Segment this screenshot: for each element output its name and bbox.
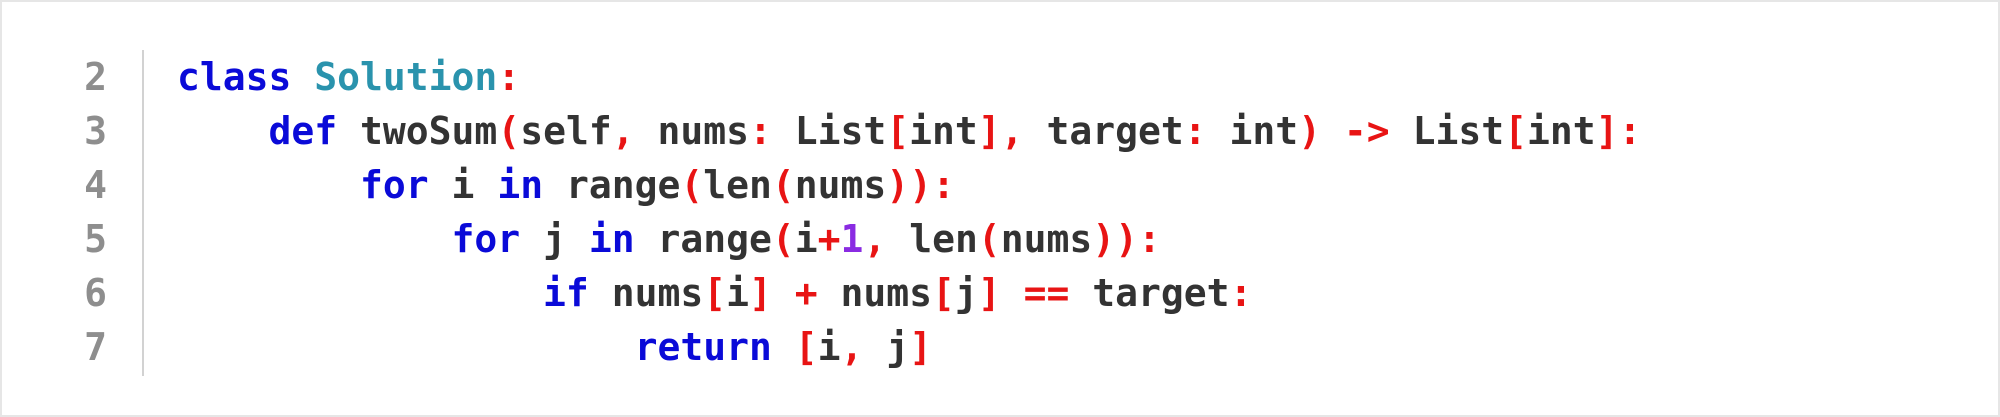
line-number: 7 [84,325,107,369]
identifier-token: int [909,109,978,153]
identifier-token: target [1069,271,1230,315]
keyword-token: def [268,109,338,153]
punctuation-token: ] [1595,109,1619,153]
punctuation-token: [ [794,325,818,369]
identifier-token: twoSum [337,109,498,153]
punctuation-token: , [863,217,887,261]
identifier-token: len [703,163,772,207]
punctuation-token: )) [1092,217,1139,261]
punctuation-token: , [1000,109,1024,153]
punctuation-token: + [771,271,818,315]
code-lines: class Solution: def twoSum(self, nums: L… [177,50,1641,374]
code-line: def twoSum(self, nums: List[int], target… [177,104,1642,158]
punctuation-token: ( [977,217,1001,261]
identifier-token: int [1526,109,1596,153]
class-name-token: Solution [314,55,498,99]
line-number: 4 [84,163,107,207]
punctuation-token: ] [977,109,1001,153]
punctuation-token: : [497,55,521,99]
identifier-token: nums [588,271,704,315]
identifier-token: i [794,217,818,261]
identifier-token: range [634,217,772,261]
punctuation-token: : [749,109,772,153]
identifier-token: nums [794,163,887,207]
punctuation-token: [ [703,271,727,315]
identifier-token: target [1023,109,1184,153]
code-snippet-frame: 2 3 4 5 6 7 class Solution: def twoSum(s… [0,0,2000,417]
punctuation-token: : [1618,109,1642,153]
identifier-token: nums [1000,217,1093,261]
punctuation-token: : [1183,109,1207,153]
identifier-token: len [886,217,978,261]
identifier-token: j [954,271,978,315]
punctuation-token: : [1138,217,1161,261]
keyword-token: return [634,325,772,369]
punctuation-token: [ [1504,109,1527,153]
keyword-token: for [451,217,521,261]
punctuation-token: ( [771,217,795,261]
punctuation-token: ( [771,163,795,207]
punctuation-token: [ [932,271,955,315]
line-number: 5 [84,217,107,261]
punctuation-token: ) [1298,109,1322,153]
punctuation-token: ( [497,109,521,153]
code-line: if nums[i] + nums[j] == target: [177,266,1641,320]
line-number: 3 [84,109,107,153]
line-numbers: 2 3 4 5 6 7 [2,50,107,374]
keyword-token: in [588,217,635,261]
punctuation-token: -> [1321,109,1390,153]
punctuation-token: == [1000,271,1070,315]
identifier-token: j [520,217,589,261]
punctuation-token: ] [977,271,1001,315]
punctuation-token: )) [886,163,933,207]
code-line: for j in range(i+1, len(nums)): [177,212,1641,266]
identifier-token: List [1389,109,1505,153]
line-number-gutter: 2 3 4 5 6 7 [2,50,144,376]
keyword-token: for [360,163,429,207]
punctuation-token: , [611,109,635,153]
line-number: 6 [84,271,107,315]
punctuation-token: , [840,325,864,369]
code-block: 2 3 4 5 6 7 class Solution: def twoSum(s… [2,50,2000,376]
code-line: for i in range(len(nums)): [177,158,1641,212]
punctuation-token: ( [680,163,704,207]
identifier-token: range [543,163,681,207]
identifier-token: List [771,109,887,153]
identifier-token: nums [634,109,749,153]
line-number: 2 [84,55,107,99]
identifier-token: i [428,163,498,207]
number-token: 1 [840,217,864,261]
identifier-token: int [1206,109,1299,153]
code-line: class Solution: [177,50,1641,104]
keyword-token: if [543,271,589,315]
punctuation-token: : [932,163,955,207]
keyword-token: class [177,55,292,99]
identifier-token: j [863,325,910,369]
code-line: return [i, j] [177,320,1641,374]
punctuation-token: + [817,217,841,261]
identifier-token: nums [817,271,933,315]
keyword-token: in [497,163,544,207]
punctuation-token: ] [909,325,933,369]
punctuation-token: : [1229,271,1253,315]
punctuation-token: ] [748,271,772,315]
identifier-token: i [817,325,841,369]
punctuation-token: [ [886,109,910,153]
identifier-token: self [520,109,612,153]
identifier-token: i [726,271,749,315]
